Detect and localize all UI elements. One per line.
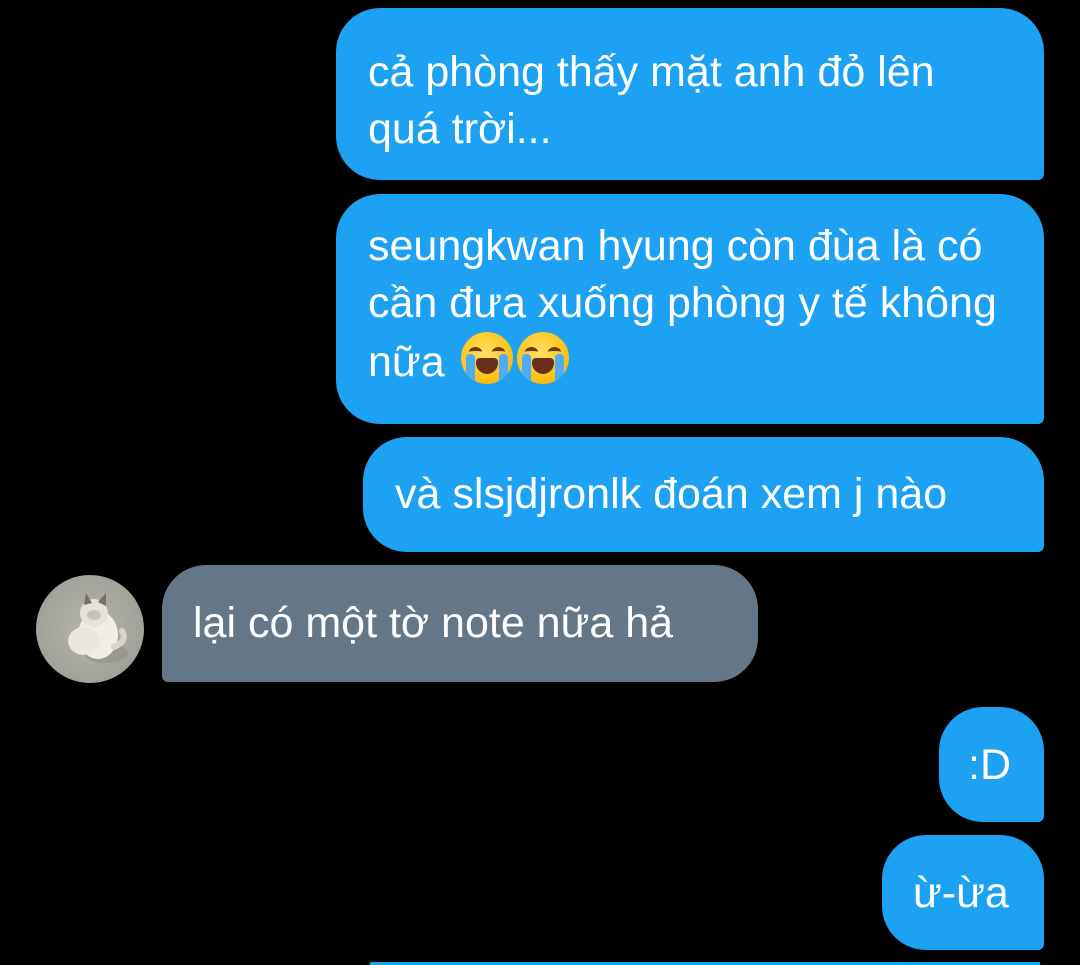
loudly-crying-face-icon <box>516 332 569 384</box>
message-bubble-sent[interactable]: seungkwan hyung còn đùa là có cần đưa xu… <box>336 194 1044 424</box>
message-text: lại có một tờ note nữa hả <box>193 599 674 647</box>
message-text: cả phòng thấy mặt anh đỏ lên quá trời... <box>368 48 935 153</box>
message-bubble-received[interactable]: lại có một tờ note nữa hả <box>162 565 758 682</box>
message-text: ừ-ừa <box>913 869 1009 917</box>
message-bubble-sent[interactable]: :D <box>939 707 1044 822</box>
loudly-crying-face-icon <box>460 332 513 384</box>
cat-image <box>68 593 128 663</box>
message-bubble-sent[interactable]: cả phòng thấy mặt anh đỏ lên quá trời... <box>336 8 1044 180</box>
message-text: :D <box>968 741 1011 789</box>
message-text: và slsjdjronlk đoán xem j nào <box>395 470 948 518</box>
message-bubble-sent[interactable]: và slsjdjronlk đoán xem j nào <box>363 437 1044 552</box>
cat-avatar-icon[interactable] <box>36 575 144 683</box>
message-bubble-sent[interactable]: ừ-ừa <box>882 835 1044 950</box>
